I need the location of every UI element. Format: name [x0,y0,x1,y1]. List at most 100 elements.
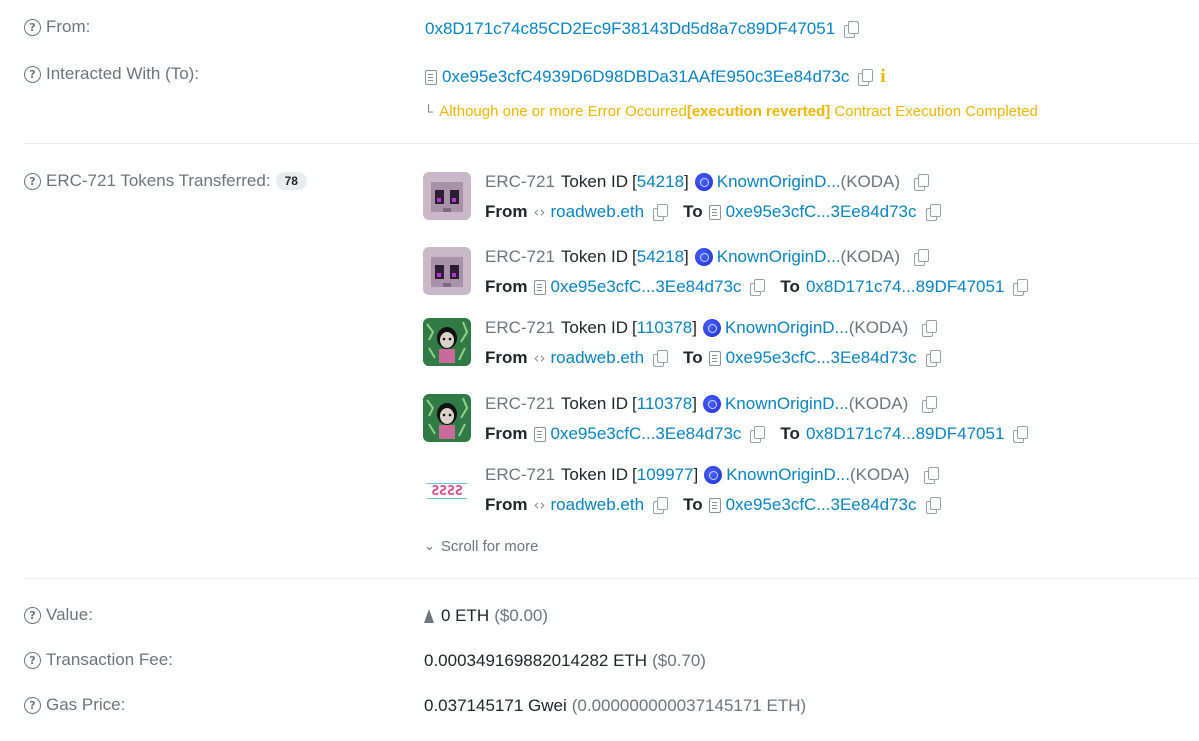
collection-logo-icon [702,395,721,413]
interacted-label-row: ? Interacted With (To): [24,64,199,84]
question-circle-icon[interactable]: ? [24,651,41,669]
token-row: ERC-721 Token ID[109977] KnownOriginD... (K… [485,465,939,485]
scroll-more-label: Scroll for more [440,538,539,555]
gas-eth: (0.000000000037145171 ETH) [571,696,807,715]
copy-icon[interactable] [923,467,939,484]
token-standard: ERC-721 [485,465,555,484]
token-id-link[interactable]: 110378 [637,394,692,414]
transfer-from-link[interactable]: roadweb.eth [551,348,645,368]
collection-symbol: (KODA) [848,394,909,413]
transfer-row: From 0xe95e3cfC...3Ee84d73c To 0x8D171c74..… [485,424,1029,444]
contract-icon [708,497,721,513]
transfer-from-link[interactable]: 0xe95e3cfC...3Ee84d73c [551,277,742,297]
double-chevron-down-icon: ⌄ [424,539,435,554]
collection-symbol: (KODA) [840,247,901,266]
svg-text:ƧƧƧƧ: ƧƧƧƧ [431,484,462,499]
from-label: From [485,348,528,367]
collection-link[interactable]: KnownOriginD... [725,394,849,414]
question-circle-icon[interactable]: ? [24,18,41,36]
transfer-to-link[interactable]: 0xe95e3cfC...3Ee84d73c [726,348,917,368]
from-label: From [485,277,528,296]
tokens-label-row: ? ERC-721 Tokens Transferred: 78 [24,171,307,191]
copy-icon[interactable] [750,279,766,296]
token-id-link[interactable]: 110378 [637,318,692,338]
to-label: To [683,348,703,367]
collection-link[interactable]: KnownOriginD... [717,247,841,267]
token-id-link[interactable]: 54218 [637,247,684,267]
info-icon[interactable]: i [880,66,885,88]
to-label: To [683,202,703,221]
nft-thumbnail[interactable] [423,247,471,295]
copy-icon[interactable] [653,204,669,221]
copy-icon[interactable] [653,497,669,514]
copy-icon[interactable] [750,426,766,443]
nft-thumbnail[interactable] [423,172,471,220]
copy-icon[interactable] [914,174,930,191]
transfer-row: From ‹› roadweb.eth To 0xe95e3cfC...3Ee84d73… [485,348,941,368]
fee-amount-row: 0.000349169882014282 ETH ($0.70) [424,651,706,671]
token-id-link[interactable]: 54218 [637,172,684,192]
tokens-label: ERC-721 Tokens Transferred: [46,171,271,190]
copy-icon[interactable] [858,69,874,86]
fee-amount: 0.000349169882014282 ETH [424,651,648,670]
question-circle-icon[interactable]: ? [24,696,41,714]
nft-thumbnail[interactable] [423,394,471,442]
token-row: ERC-721 Token ID[110378] KnownOriginD... (K… [485,318,938,338]
value-label-row: ? Value: [24,605,93,625]
fee-label-row: ? Transaction Fee: [24,650,173,670]
from-address-link[interactable]: 0x8D171c74c85CD2Ec9F38143Dd5d8a7c89DF470… [425,19,835,39]
gas-amount: 0.037145171 Gwei [424,696,567,715]
ethereum-icon [424,609,434,623]
transfer-to-link[interactable]: 0x8D171c74...89DF47051 [806,277,1004,297]
token-standard: ERC-721 [485,247,555,266]
from-label: From [485,424,528,443]
token-id-close-bracket: ] [692,394,697,413]
token-row: ERC-721 Token ID[54218] KnownOriginD... (KO… [485,172,930,192]
collection-logo-icon [704,466,723,484]
from-value: 0x8D171c74c85CD2Ec9F38143Dd5d8a7c89DF470… [425,19,860,39]
copy-icon[interactable] [653,350,669,367]
nft-thumbnail[interactable] [423,318,471,366]
divider [24,143,1199,144]
nft-thumbnail[interactable]: ƧƧƧƧ [423,465,471,513]
token-id-link[interactable]: 109977 [637,465,694,485]
transfer-from-link[interactable]: 0xe95e3cfC...3Ee84d73c [551,424,742,444]
to-label: To [780,277,800,296]
gas-label: Gas Price: [46,695,126,714]
collection-symbol: (KODA) [850,465,910,484]
copy-icon[interactable] [844,21,860,38]
copy-icon[interactable] [922,396,938,413]
collection-link[interactable]: KnownOriginD... [717,172,841,192]
tree-branch-icon: └ [424,104,434,119]
collection-link[interactable]: KnownOriginD... [725,318,849,338]
copy-icon[interactable] [1013,279,1029,296]
token-row: ERC-721 Token ID[110378] KnownOriginD... (K… [485,394,938,414]
contract-icon [708,350,721,366]
gas-label-row: ? Gas Price: [24,695,125,715]
transfer-row: From 0xe95e3cfC...3Ee84d73c To 0x8D171c74..… [485,277,1029,297]
copy-icon[interactable] [925,204,941,221]
transfer-from-link[interactable]: roadweb.eth [551,495,645,515]
warning-prefix: Although one or more Error Occurred [439,103,687,120]
transfer-to-link[interactable]: 0xe95e3cfC...3Ee84d73c [726,495,917,515]
value-amount: 0 ETH [441,606,490,625]
copy-icon[interactable] [922,320,938,337]
fee-usd: ($0.70) [652,651,706,670]
token-id-label: Token ID [560,172,629,191]
warning-bold: [execution reverted] [686,103,831,120]
divider [24,578,1199,579]
collection-link[interactable]: KnownOriginD... [726,465,850,485]
question-circle-icon[interactable]: ? [24,606,41,624]
copy-icon[interactable] [1013,426,1029,443]
copy-icon[interactable] [925,350,941,367]
collection-logo-icon [694,173,713,191]
transfer-to-link[interactable]: 0xe95e3cfC...3Ee84d73c [726,202,917,222]
copy-icon[interactable] [914,249,930,266]
copy-icon[interactable] [925,497,941,514]
interacted-address-link[interactable]: 0xe95e3cfC4939D6D98DBDa31AAfE950c3Ee84d7… [442,67,849,87]
question-circle-icon[interactable]: ? [24,65,41,83]
transfer-from-link[interactable]: roadweb.eth [551,202,645,222]
transfer-to-link[interactable]: 0x8D171c74...89DF47051 [806,424,1004,444]
question-circle-icon[interactable]: ? [24,172,41,190]
scroll-more[interactable]: ⌄ Scroll for more [424,538,538,555]
